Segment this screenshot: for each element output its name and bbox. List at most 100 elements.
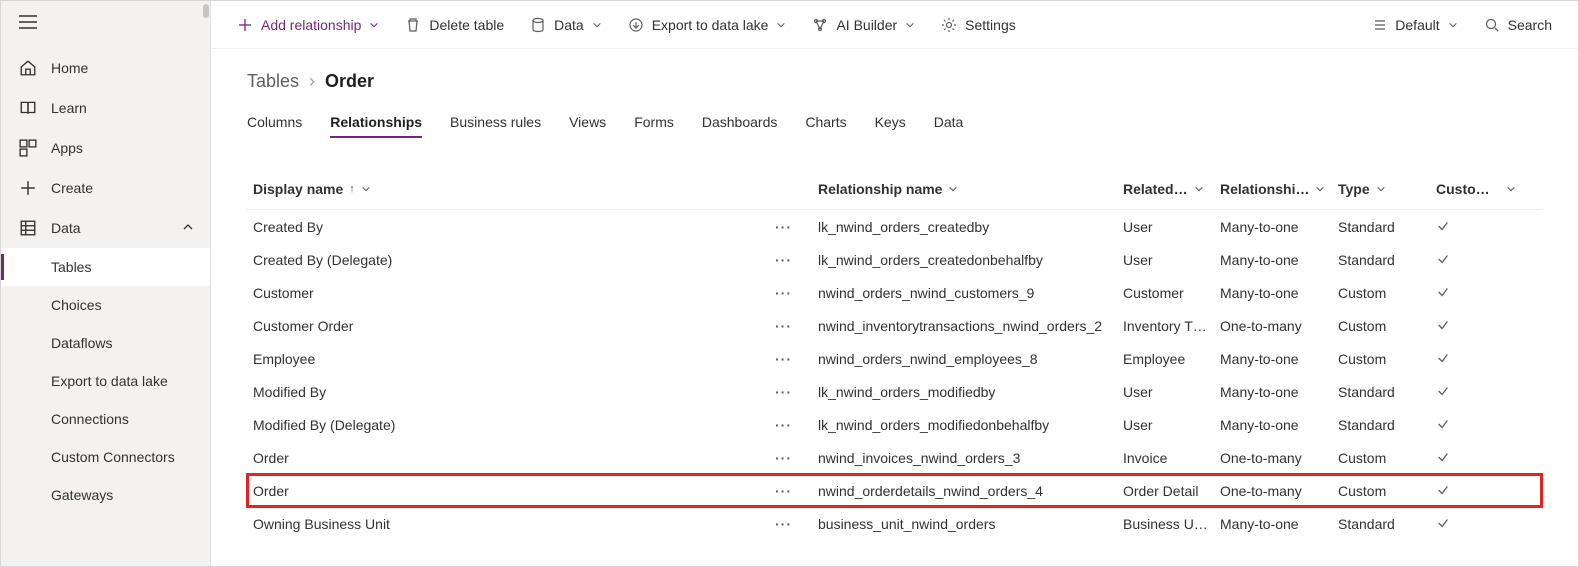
ai-builder-icon <box>812 17 828 33</box>
table-row[interactable]: Employee ··· nwind_orders_nwind_employees_… <box>247 342 1542 375</box>
check-icon <box>1436 516 1450 533</box>
sort-asc-icon: ↑ <box>349 183 355 195</box>
column-header-related[interactable]: Related… <box>1123 181 1220 197</box>
table-row[interactable]: Created By···lk_nwind_orders_createdbyUs… <box>247 210 1542 243</box>
row-more-button[interactable]: ··· <box>775 417 808 433</box>
column-header-custom[interactable]: Custom… <box>1436 181 1516 197</box>
cell-type: Custom <box>1338 351 1386 367</box>
sidebar-item-label: Gateways <box>51 487 113 503</box>
check-icon <box>1436 285 1450 302</box>
cell-type: Custom <box>1338 318 1386 334</box>
column-label: Display name <box>253 181 343 197</box>
breadcrumb-tables[interactable]: Tables <box>247 71 299 92</box>
check-icon <box>1436 483 1450 500</box>
sidebar-item-apps[interactable]: Apps <box>1 128 210 168</box>
cell-related: Invoice <box>1123 450 1167 466</box>
tab-forms[interactable]: Forms <box>634 114 674 138</box>
cell-related: Employee <box>1123 351 1185 367</box>
home-icon <box>19 59 37 77</box>
sidebar-item-data[interactable]: Data <box>1 208 210 248</box>
table-row[interactable]: Modified By (Delegate)···lk_nwind_orders… <box>247 408 1542 441</box>
sidebar: Home Learn Apps Create Data Tables Choic… <box>1 1 211 566</box>
content-area: Tables › Order ColumnsRelationshipsBusin… <box>211 49 1578 566</box>
command-bar: Add relationship Delete table Data Expor… <box>211 1 1578 49</box>
row-more-button[interactable]: ··· <box>775 219 808 235</box>
cell-relationship-name: lk_nwind_orders_createdby <box>818 219 989 235</box>
check-icon <box>1436 450 1450 467</box>
row-more-button[interactable]: ··· <box>775 285 808 301</box>
check-icon <box>1436 219 1450 236</box>
trash-icon <box>405 17 421 33</box>
search-button[interactable]: Search <box>1476 11 1560 39</box>
column-header-relationship-type[interactable]: Relationshi… <box>1220 181 1338 197</box>
table-row[interactable]: Modified By···lk_nwind_orders_modifiedby… <box>247 375 1542 408</box>
cell-type: Custom <box>1338 483 1386 499</box>
row-more-button[interactable]: ··· <box>775 450 808 466</box>
add-relationship-button[interactable]: Add relationship <box>229 11 387 39</box>
sidebar-item-dataflows[interactable]: Dataflows <box>1 324 210 362</box>
button-label: Data <box>554 17 584 33</box>
scrollbar-thumb[interactable] <box>203 4 209 18</box>
tab-columns[interactable]: Columns <box>247 114 302 138</box>
view-selector[interactable]: Default <box>1363 11 1465 39</box>
chevron-down-icon <box>369 17 379 33</box>
button-label: Delete table <box>429 17 504 33</box>
learn-icon <box>19 99 37 117</box>
cell-display-name: Customer <box>253 285 314 301</box>
sidebar-item-label: Custom Connectors <box>51 449 175 465</box>
row-more-button[interactable]: ··· <box>775 384 808 400</box>
column-label: Relationship name <box>818 181 942 197</box>
tab-relationships[interactable]: Relationships <box>330 114 422 138</box>
settings-button[interactable]: Settings <box>933 11 1024 39</box>
tab-keys[interactable]: Keys <box>875 114 906 138</box>
row-more-button[interactable]: ··· <box>775 483 808 499</box>
column-header-relationship-name[interactable]: Relationship name <box>818 181 1123 197</box>
sidebar-item-gateways[interactable]: Gateways <box>1 476 210 514</box>
tab-views[interactable]: Views <box>569 114 606 138</box>
sidebar-item-home[interactable]: Home <box>1 48 210 88</box>
tab-charts[interactable]: Charts <box>805 114 846 138</box>
button-label: Export to data lake <box>652 17 769 33</box>
sidebar-item-label: Apps <box>51 140 83 156</box>
tab-dashboards[interactable]: Dashboards <box>702 114 778 138</box>
sidebar-item-connections[interactable]: Connections <box>1 400 210 438</box>
sidebar-item-learn[interactable]: Learn <box>1 88 210 128</box>
table-row[interactable]: Created By (Delegate)···lk_nwind_orders_… <box>247 243 1542 276</box>
sidebar-item-label: Data <box>51 220 81 236</box>
check-icon <box>1436 417 1450 434</box>
cell-relationship-name: nwind_orders_nwind_employees_8 <box>818 351 1037 367</box>
chevron-up-icon <box>182 220 194 236</box>
sidebar-item-label: Create <box>51 180 93 196</box>
table-row[interactable]: Customer···nwind_orders_nwind_customers_… <box>247 276 1542 309</box>
table-row[interactable]: Order ··· nwind_orderdetails_nwind_orders_… <box>247 474 1542 507</box>
cell-relationship-type: Many-to-one <box>1220 516 1299 532</box>
row-more-button[interactable]: ··· <box>775 252 808 268</box>
cell-relationship-name: nwind_orderdetails_nwind_orders_4 <box>818 483 1043 499</box>
cell-relationship-type: Many-to-one <box>1220 252 1299 268</box>
column-header-display-name[interactable]: Display name ↑ <box>253 181 818 197</box>
ai-builder-button[interactable]: AI Builder <box>804 11 923 39</box>
table-row[interactable]: Order···nwind_invoices_nwind_orders_3Inv… <box>247 441 1542 474</box>
sidebar-item-export-to-data-lake[interactable]: Export to data lake <box>1 362 210 400</box>
column-label: Custom… <box>1436 181 1500 197</box>
table-row[interactable]: Owning Business Unit···business_unit_nwi… <box>247 507 1542 540</box>
sidebar-item-tables[interactable]: Tables <box>1 248 210 286</box>
tab-data[interactable]: Data <box>934 114 964 138</box>
cell-relationship-name: business_unit_nwind_orders <box>818 516 995 532</box>
tab-business-rules[interactable]: Business rules <box>450 114 541 138</box>
row-more-button[interactable]: ··· <box>775 351 808 367</box>
table-row[interactable]: Customer Order···nwind_inventorytransact… <box>247 309 1542 342</box>
export-to-data-lake-button[interactable]: Export to data lake <box>620 11 795 39</box>
sidebar-item-custom-connectors[interactable]: Custom Connectors <box>1 438 210 476</box>
cell-type: Standard <box>1338 384 1395 400</box>
sidebar-item-choices[interactable]: Choices <box>1 286 210 324</box>
cell-display-name: Order <box>253 483 289 499</box>
hamburger-button[interactable] <box>1 5 210 48</box>
column-header-type[interactable]: Type <box>1338 181 1436 197</box>
sidebar-item-create[interactable]: Create <box>1 168 210 208</box>
data-button[interactable]: Data <box>522 11 610 39</box>
row-more-button[interactable]: ··· <box>775 516 808 532</box>
row-more-button[interactable]: ··· <box>775 318 808 334</box>
delete-table-button[interactable]: Delete table <box>397 11 512 39</box>
plus-icon <box>19 179 37 197</box>
